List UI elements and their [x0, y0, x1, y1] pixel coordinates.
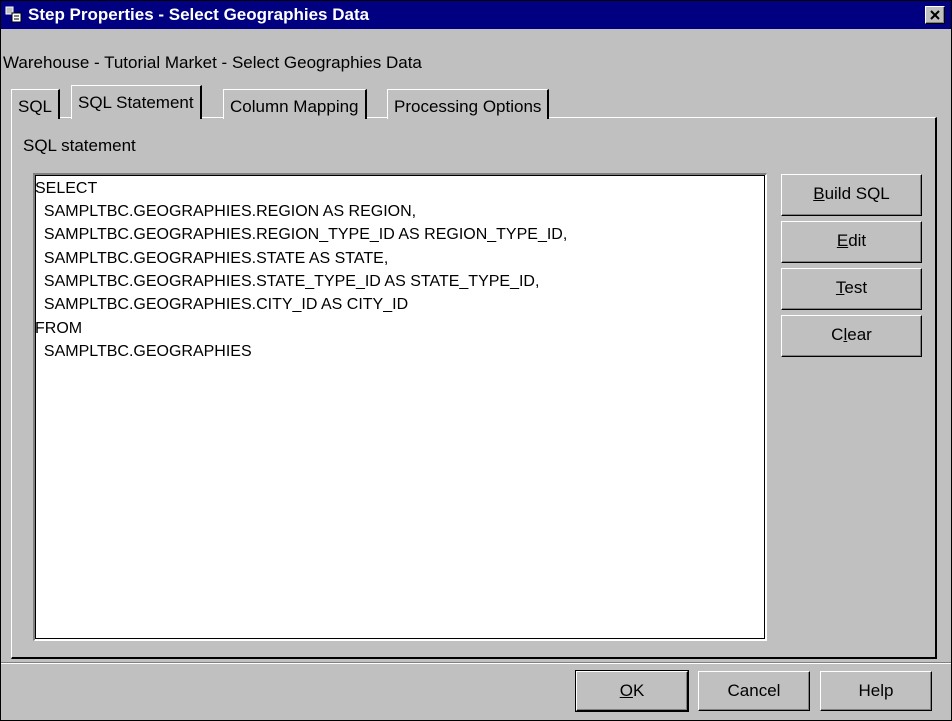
step-path: Warehouse - Tutorial Market - Select Geo… [3, 53, 422, 72]
divider [1, 663, 951, 664]
close-button[interactable] [925, 6, 945, 24]
sql-statement-textarea[interactable]: SELECT SAMPLTBC.GEOGRAPHIES.REGION AS RE… [33, 173, 767, 641]
ok-button[interactable]: OK [575, 670, 689, 712]
sql-line: SAMPLTBC.GEOGRAPHIES.REGION_TYPE_ID AS R… [35, 226, 568, 243]
button-label: ear [847, 325, 872, 344]
tab-label: SQL Statement [78, 93, 194, 112]
tab-sql[interactable]: SQL [11, 89, 61, 119]
sql-line: SAMPLTBC.GEOGRAPHIES.STATE_TYPE_ID AS ST… [35, 273, 540, 290]
button-label: Cancel [727, 681, 781, 700]
help-button[interactable]: Help [820, 671, 932, 711]
button-label: est [844, 278, 868, 297]
tab-label: Column Mapping [230, 97, 359, 116]
mnemonic: O [619, 681, 633, 700]
sql-line: SAMPLTBC.GEOGRAPHIES.CITY_ID AS CITY_ID [35, 296, 409, 313]
build-sql-button[interactable]: Build SQL [781, 174, 922, 216]
edit-button[interactable]: Edit [781, 221, 922, 263]
sql-line: SAMPLTBC.GEOGRAPHIES.REGION AS REGION, [35, 203, 417, 220]
mnemonic: E [836, 231, 849, 250]
sql-line: SELECT [35, 180, 98, 197]
tab-label: Processing Options [394, 97, 542, 116]
button-label: dit [848, 231, 867, 250]
tab-processing-options[interactable]: Processing Options [387, 89, 550, 119]
mnemonic: B [813, 184, 825, 203]
test-button[interactable]: Test [781, 268, 922, 310]
button-label: C [831, 325, 844, 344]
window-title: Step Properties - Select Geographies Dat… [28, 5, 370, 24]
sql-line: SAMPLTBC.GEOGRAPHIES.STATE AS STATE, [35, 250, 389, 267]
sql-line: SAMPLTBC.GEOGRAPHIES [35, 343, 252, 360]
tab-column-mapping[interactable]: Column Mapping [223, 89, 367, 119]
title-bar[interactable]: Step Properties - Select Geographies Dat… [1, 1, 951, 29]
tab-sql-statement[interactable]: SQL Statement [71, 85, 202, 119]
button-label: Help [858, 681, 894, 700]
button-label: K [632, 681, 645, 700]
tab-label: SQL [18, 97, 53, 116]
step-properties-icon [5, 6, 23, 24]
close-icon [930, 10, 940, 20]
step-properties-dialog: Step Properties - Select Geographies Dat… [0, 0, 952, 721]
cancel-button[interactable]: Cancel [698, 671, 810, 711]
sql-line: FROM [35, 320, 83, 337]
sql-statement-label: SQL statement [23, 136, 136, 155]
clear-button[interactable]: Clear [781, 315, 922, 357]
button-label: uild SQL [824, 184, 890, 203]
